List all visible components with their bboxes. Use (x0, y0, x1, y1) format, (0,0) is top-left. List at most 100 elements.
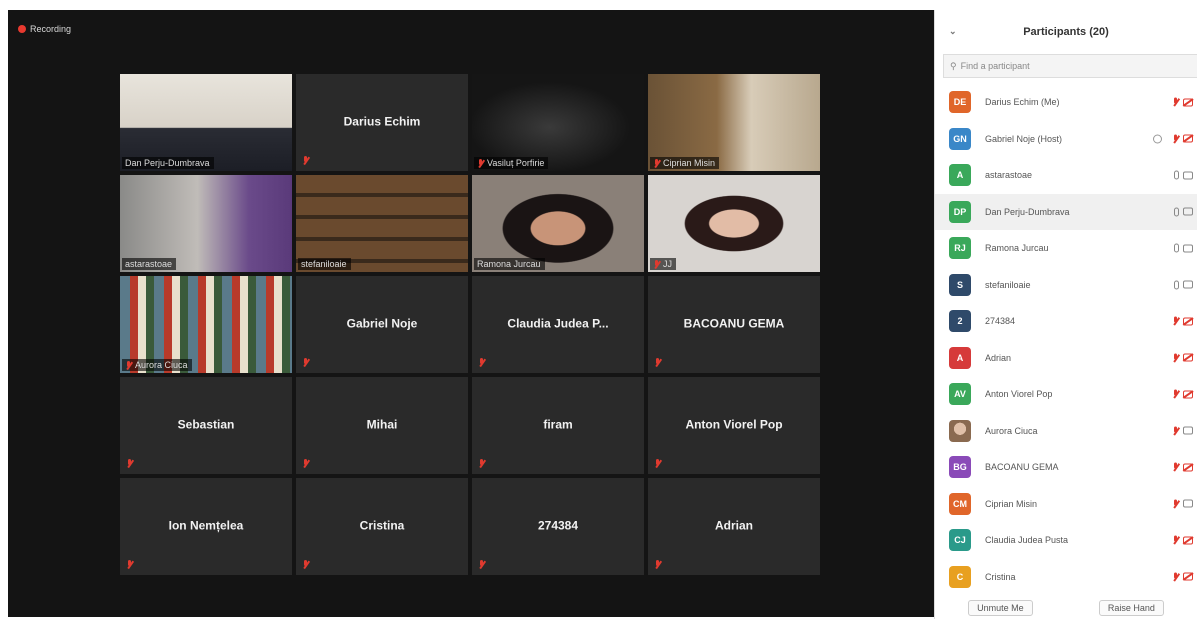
video-tile[interactable]: Darius Echim (296, 74, 468, 171)
participant-list-item[interactable]: DP Dan Perju-Dumbrava (935, 193, 1197, 230)
participant-status-icons (1172, 389, 1193, 399)
mic-muted-icon[interactable] (1172, 316, 1179, 326)
video-tile[interactable]: Gabriel Noje (296, 276, 468, 373)
video-off-icon (1183, 463, 1193, 472)
participant-list-item[interactable]: Aastarastoae (935, 157, 1197, 194)
video-tile[interactable]: Claudia Judea P... (472, 276, 644, 373)
mic-muted-icon[interactable] (1172, 426, 1179, 435)
participant-status-icons (1174, 280, 1193, 290)
participant-list-item[interactable]: GN Gabriel Noje (Host) (935, 121, 1197, 158)
unmute-me-button[interactable]: Unmute Me (968, 600, 1033, 616)
participant-list-name: Adrian (985, 352, 1012, 363)
video-tile[interactable]: Ion Nemțelea (120, 478, 292, 575)
avatar: CJ (949, 529, 971, 552)
participant-list-item[interactable]: CJ Claudia Judea Pusta (935, 522, 1197, 559)
participant-list-item[interactable]: Aurora Ciuca (935, 413, 1197, 450)
participant-list-item[interactable]: A Adrian (935, 340, 1197, 377)
zoom-window: Recording Dan Perju-Dumbrava Darius Echim… (0, 0, 1197, 619)
recording-dot-icon (18, 25, 26, 33)
participant-status-icons (1174, 170, 1193, 180)
participant-name: Ion Nemțelea (168, 518, 244, 533)
participant-status-icons (1172, 316, 1193, 326)
video-off-icon (1183, 317, 1193, 326)
mic-icon[interactable] (1174, 280, 1179, 290)
video-off-icon (1183, 353, 1193, 362)
video-tile[interactable]: BACOANU GEMA (648, 276, 820, 373)
mic-muted-icon (654, 358, 661, 367)
participant-list-item[interactable]: 2 274384 (935, 303, 1197, 340)
participant-list-item[interactable]: RJ Ramona Jurcau (935, 230, 1197, 267)
video-tile[interactable]: Adrian (648, 478, 820, 575)
participants-panel: ⌄ Participants (20) ⚲ Find a participant… (934, 10, 1197, 619)
video-tile[interactable]: firam (472, 377, 644, 474)
video-icon (1183, 244, 1193, 253)
participant-list-name: Ramona Jurcau (985, 243, 1049, 254)
video-tile[interactable]: 274384 (472, 478, 644, 575)
video-tile[interactable]: stefaniloaie (296, 175, 468, 272)
participant-list-item[interactable]: DE Darius Echim (Me) (935, 84, 1197, 121)
video-icon (1183, 171, 1193, 180)
participant-list-item[interactable]: CM Ciprian Misin (935, 486, 1197, 523)
panel-footer: Unmute Me Raise Hand (935, 597, 1197, 619)
participant-list-name: BACOANU GEMA (985, 462, 1059, 473)
mic-muted-icon (302, 560, 309, 569)
video-tile[interactable]: Ramona Jurcau (472, 175, 644, 272)
video-tile[interactable]: Cristina (296, 478, 468, 575)
mic-icon[interactable] (1174, 207, 1179, 217)
avatar: AV (949, 383, 971, 406)
participant-status-icons (1172, 97, 1193, 107)
participant-name: 274384 (537, 518, 579, 533)
participant-list-item[interactable]: Sstefaniloaie (935, 267, 1197, 304)
mic-muted-icon (654, 560, 661, 569)
participant-name: Mihai (366, 417, 398, 432)
video-tile[interactable]: Aurora Ciuca (120, 276, 292, 373)
mic-muted-icon[interactable] (1172, 499, 1179, 508)
participant-status-icons (1172, 535, 1193, 545)
participant-name-tag: Dan Perju-Dumbrava (122, 157, 214, 169)
participant-list-name: Darius Echim (Me) (985, 97, 1060, 108)
avatar: GN (949, 127, 971, 150)
video-icon (1183, 499, 1193, 508)
mic-muted-icon[interactable] (1172, 572, 1179, 581)
avatar: DP (949, 200, 971, 223)
video-tile[interactable]: Dan Perju-Dumbrava (120, 74, 292, 171)
mic-icon[interactable] (1174, 170, 1179, 180)
participant-list-item[interactable]: BG BACOANU GEMA (935, 449, 1197, 486)
video-tile[interactable]: Mihai (296, 377, 468, 474)
video-tile[interactable]: JJ (648, 175, 820, 272)
participant-name: Cristina (359, 518, 405, 533)
participant-list-item[interactable]: C Cristina (935, 559, 1197, 596)
participant-status-icons (1172, 499, 1193, 508)
search-input[interactable]: ⚲ Find a participant (943, 54, 1197, 78)
mic-muted-icon (302, 459, 309, 468)
mic-muted-icon[interactable] (1172, 97, 1179, 107)
video-off-icon (1183, 98, 1193, 107)
mic-muted-icon (126, 459, 133, 468)
participant-name: Ciprian Misin (663, 158, 716, 168)
mic-muted-icon[interactable] (1172, 353, 1179, 362)
mic-muted-icon[interactable] (1172, 535, 1179, 545)
panel-header: ⌄ Participants (20) (935, 10, 1197, 54)
mic-muted-icon[interactable] (1172, 389, 1179, 399)
mic-muted-icon (478, 459, 485, 468)
participant-list-item[interactable]: AV Anton Viorel Pop (935, 376, 1197, 413)
video-tile[interactable]: Anton Viorel Pop (648, 377, 820, 474)
raise-hand-button[interactable]: Raise Hand (1098, 600, 1164, 616)
participant-list-name: Ciprian Misin (985, 498, 1038, 509)
mic-muted-icon[interactable] (1172, 462, 1179, 472)
video-tile[interactable]: astarastoae (120, 175, 292, 272)
video-tile[interactable]: Vasiluț Porfirie (472, 74, 644, 171)
participant-name: firam (543, 417, 573, 432)
video-tile[interactable]: Ciprian Misin (648, 74, 820, 171)
mic-icon[interactable] (1174, 243, 1179, 253)
participant-status-icons (1153, 134, 1193, 144)
participant-status-icons (1172, 572, 1193, 581)
video-off-icon (1183, 390, 1193, 399)
participant-name: Darius Echim (343, 114, 421, 129)
host-icon (1153, 134, 1162, 144)
mic-muted-icon (302, 358, 309, 367)
chevron-down-icon[interactable]: ⌄ (949, 26, 957, 37)
participant-name: Vasiluț Porfirie (487, 158, 545, 168)
mic-muted-icon[interactable] (1172, 134, 1179, 143)
video-tile[interactable]: Sebastian (120, 377, 292, 474)
